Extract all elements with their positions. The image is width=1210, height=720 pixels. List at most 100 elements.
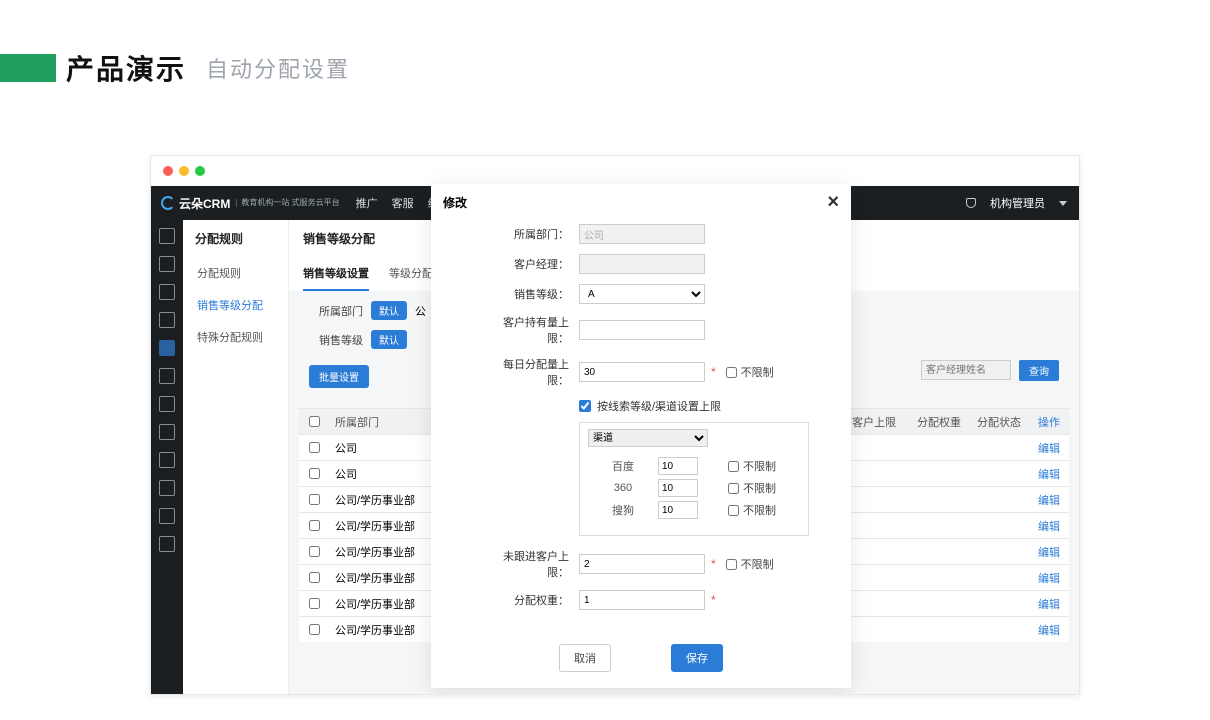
row-checkbox[interactable] (309, 624, 320, 635)
rail-person-icon[interactable] (159, 424, 175, 440)
page-title-main: 产品演示 (66, 48, 186, 88)
rail-warning-icon[interactable] (159, 396, 175, 412)
rail-dashboard-icon[interactable] (159, 228, 175, 244)
label-unfollow-cap: 未跟进客户上限： (491, 548, 579, 580)
rail-settings-icon[interactable] (159, 340, 175, 356)
rail-shield-icon[interactable] (159, 256, 175, 272)
minimize-dot-icon[interactable] (179, 166, 189, 176)
label-daily-cap: 每日分配量上限： (491, 356, 579, 388)
input-hold-cap[interactable] (579, 320, 705, 340)
nav-service[interactable]: 客服 (392, 195, 414, 211)
close-dot-icon[interactable] (163, 166, 173, 176)
save-button[interactable]: 保存 (671, 644, 723, 672)
rail-home-icon[interactable] (159, 368, 175, 384)
rail-card-icon[interactable] (159, 536, 175, 552)
checkbox-unfollow-nolimit[interactable] (726, 559, 737, 570)
modal-footer: 取消 保存 (431, 634, 851, 688)
tab-level-settings[interactable]: 销售等级设置 (303, 257, 369, 291)
modal-body: 所属部门： 客户经理： 销售等级： A 客户持有量上限： 每日分配量上限： * (431, 220, 851, 634)
edit-modal: 修改 × 所属部门： 客户经理： 销售等级： A 客户持有量上限： (431, 184, 851, 688)
sidebar-item-special[interactable]: 特殊分配规则 (183, 321, 288, 353)
brand-tagline: 教育机构一站 式服务云平台 (236, 199, 339, 207)
row-edit-link[interactable]: 编辑 (1029, 518, 1069, 534)
search-input[interactable] (921, 360, 1011, 380)
maximize-dot-icon[interactable] (195, 166, 205, 176)
window-traffic-lights (163, 166, 205, 176)
input-daily-cap[interactable] (579, 362, 705, 382)
close-icon[interactable]: × (827, 192, 839, 212)
bell-icon[interactable] (966, 198, 976, 208)
row-edit-link[interactable]: 编辑 (1029, 492, 1069, 508)
accent-block (0, 54, 56, 82)
icon-rail (151, 220, 183, 694)
by-channel-toggle[interactable]: 按线索等级/渠道设置上限 (579, 398, 821, 414)
channel-nolimit-checkbox[interactable] (728, 483, 739, 494)
channel-value-input[interactable] (658, 501, 698, 519)
row-edit-link[interactable]: 编辑 (1029, 596, 1069, 612)
nav-promote[interactable]: 推广 (356, 195, 378, 211)
row-edit-link[interactable]: 编辑 (1029, 544, 1069, 560)
filter-dept-extra: 公 (415, 303, 426, 319)
row-edit-link[interactable]: 编辑 (1029, 466, 1069, 482)
checkbox-all[interactable] (309, 416, 320, 427)
rail-doc-icon[interactable] (159, 452, 175, 468)
input-manager (579, 254, 705, 274)
modal-header: 修改 × (431, 184, 851, 220)
row-edit-link[interactable]: 编辑 (1029, 622, 1069, 638)
rail-chart-icon[interactable] (159, 284, 175, 300)
input-unfollow-cap[interactable] (579, 554, 705, 574)
channel-nolimit-checkbox[interactable] (728, 461, 739, 472)
current-user-label[interactable]: 机构管理员 (990, 195, 1045, 211)
channel-value-input[interactable] (658, 457, 698, 475)
row-checkbox[interactable] (309, 546, 320, 557)
channel-config-box: 渠道 百度 不限制 360 不限制 搜狗 (579, 422, 809, 536)
rail-phone-icon[interactable] (159, 480, 175, 496)
row-checkbox[interactable] (309, 520, 320, 531)
cancel-button[interactable]: 取消 (559, 644, 611, 672)
filter-level-label: 销售等级 (319, 332, 363, 348)
chevron-down-icon[interactable] (1059, 201, 1067, 206)
row-checkbox[interactable] (309, 598, 320, 609)
input-dept (579, 224, 705, 244)
row-checkbox[interactable] (309, 572, 320, 583)
input-weight[interactable] (579, 590, 705, 610)
sidebar-item-rules[interactable]: 分配规则 (183, 257, 288, 289)
select-channel-type[interactable]: 渠道 (588, 429, 708, 447)
rail-users-icon[interactable] (159, 312, 175, 328)
filter-dept-value[interactable]: 默认 (371, 301, 407, 320)
channel-value-input[interactable] (658, 479, 698, 497)
col-state: 分配状态 (969, 414, 1029, 430)
bulk-set-button[interactable]: 批量设置 (309, 365, 369, 388)
filter-dept-label: 所属部门 (319, 303, 363, 319)
checkbox-by-channel[interactable] (579, 400, 591, 412)
row-edit-link[interactable]: 编辑 (1029, 440, 1069, 456)
channel-row: 百度 不限制 (588, 457, 800, 475)
topbar-right: 机构管理员 (966, 195, 1079, 211)
rail-tag-icon[interactable] (159, 508, 175, 524)
channel-row: 360 不限制 (588, 479, 800, 497)
col-weight: 分配权重 (909, 414, 969, 430)
row-checkbox[interactable] (309, 442, 320, 453)
sidebar-item-sales-level[interactable]: 销售等级分配 (183, 289, 288, 321)
select-level[interactable]: A (579, 284, 705, 304)
search-bar: 查询 (921, 360, 1059, 381)
col-op: 操作 (1029, 414, 1069, 430)
required-asterisk: * (711, 365, 716, 379)
row-checkbox[interactable] (309, 494, 320, 505)
page-title-sub: 自动分配设置 (206, 52, 350, 84)
row-checkbox[interactable] (309, 468, 320, 479)
by-channel-label: 按线索等级/渠道设置上限 (597, 398, 721, 414)
brand-name: 云朵CRM (179, 195, 230, 212)
search-button[interactable]: 查询 (1019, 360, 1059, 381)
app-window: 云朵CRM 教育机构一站 式服务云平台 推广 客服 线索 客户 公海 电话 报名… (150, 155, 1080, 695)
label-level: 销售等级： (491, 286, 579, 302)
label-manager: 客户经理： (491, 256, 579, 272)
modal-title: 修改 (443, 194, 467, 211)
left-panel: 分配规则 分配规则 销售等级分配 特殊分配规则 (183, 220, 289, 694)
checkbox-daily-nolimit[interactable] (726, 367, 737, 378)
channel-nolimit-checkbox[interactable] (728, 505, 739, 516)
row-edit-link[interactable]: 编辑 (1029, 570, 1069, 586)
filter-level-value[interactable]: 默认 (371, 330, 407, 349)
channel-nolimit-label: 不限制 (743, 458, 776, 474)
unfollow-nolimit-label: 不限制 (741, 556, 774, 572)
